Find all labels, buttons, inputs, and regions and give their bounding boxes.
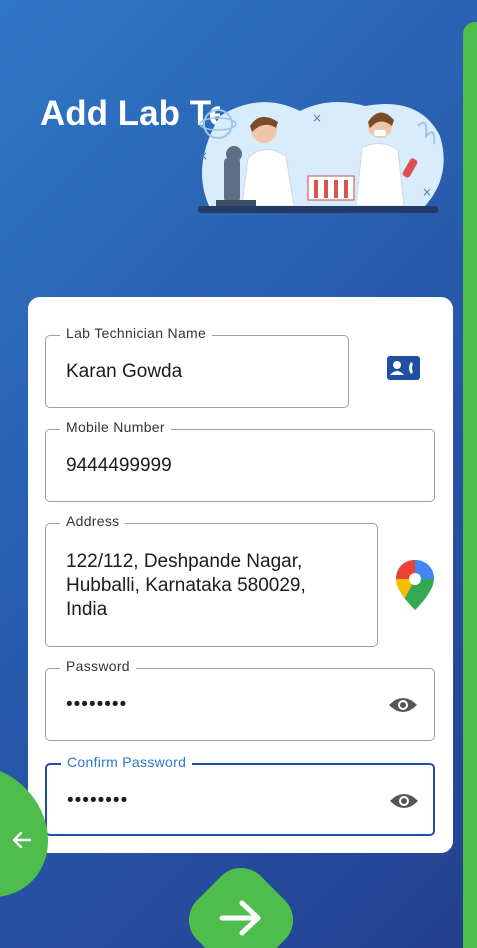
mobile-number-field[interactable]: Mobile Number 9444499999 [45,419,435,502]
confirm-password-field[interactable]: Confirm Password •••••••• [45,754,435,836]
contact-card-icon[interactable] [387,356,420,382]
arrow-right-icon[interactable] [218,898,264,938]
password-value: •••••••• [66,694,128,715]
map-pin-icon[interactable] [395,560,435,610]
mobile-number-value: 9444499999 [66,455,172,476]
address-line-1: 122/112, Deshpande Nagar, [66,551,303,572]
svg-text:×: × [198,149,208,163]
address-label: Address [60,513,126,529]
eye-icon[interactable] [388,695,418,715]
address-field[interactable]: Address 122/112, Deshpande Nagar, Hubbal… [45,513,378,647]
confirm-password-value: •••••••• [67,790,129,811]
address-line-3: India [66,599,108,620]
password-label: Password [60,658,136,674]
arrow-left-icon[interactable] [10,828,34,852]
form-card: Lab Technician Name Karan Gowda Mobile N… [28,297,453,853]
password-field[interactable]: Password •••••••• [45,658,435,741]
eye-icon[interactable] [389,791,419,811]
mobile-number-label: Mobile Number [60,419,171,435]
right-edge-strip [463,22,477,948]
address-line-2: Hubballi, Karnataka 580029, [66,575,306,596]
svg-text:×: × [422,185,432,199]
technician-name-label: Lab Technician Name [60,325,213,341]
technician-name-value: Karan Gowda [66,361,183,382]
lab-scientists-illustration: × × × [198,102,444,213]
svg-text:×: × [312,111,322,125]
confirm-password-label: Confirm Password [61,754,193,770]
technician-name-field[interactable]: Lab Technician Name Karan Gowda [45,325,349,408]
